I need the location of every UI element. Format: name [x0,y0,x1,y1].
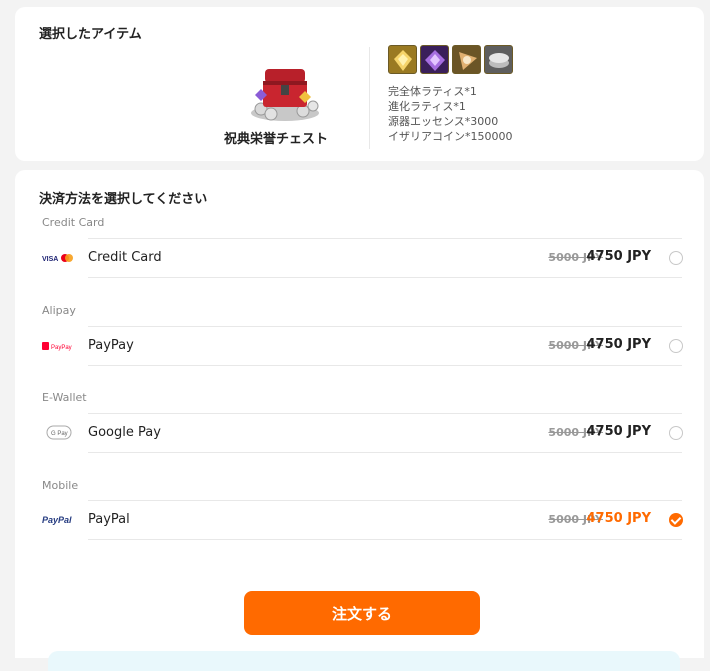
paypal-logo: PayPal [42,512,76,528]
content-line: 進化ラティス*1 [388,100,466,113]
item-name: 祝典栄誉チェスト [223,132,328,147]
paypay-logo-text: PayPay [51,345,72,351]
radio-button-selected[interactable] [669,513,683,527]
paypal-logo-text: PayPal [42,515,72,525]
payment-option-google-pay[interactable]: Google Pay 5000 JPY 4750 JPY [88,413,683,453]
essence-icon [452,45,481,74]
price: 4750 JPY [586,249,652,264]
google-pay-logo: G Pay [42,425,76,441]
selected-item-title: 選択したアイテム [39,27,142,42]
price: 4750 JPY [586,511,652,526]
content-line: 源器エッセンス*3000 [388,115,499,128]
radio-button[interactable] [669,251,683,265]
group-label-alipay: Alipay [42,304,76,317]
info-banner [48,651,680,671]
gold-lattice-icon [388,45,417,74]
payment-title: 決済方法を選択してください [39,192,208,207]
method-name: PayPal [88,512,130,527]
coin-icon [484,45,513,74]
group-label-mobile: Mobile [42,479,79,492]
method-name: PayPay [88,338,134,353]
divider [369,47,370,149]
price: 4750 JPY [586,337,652,352]
payment-card: 決済方法を選択してください Credit Card VISA Credit Ca… [15,170,704,671]
payment-option-paypal[interactable]: PayPal 5000 JPY 4750 JPY [88,500,683,540]
method-name: Credit Card [88,250,162,265]
svg-text:VISA: VISA [42,256,58,263]
payment-option-credit-card[interactable]: Credit Card 5000 JPY 4750 JPY [88,238,683,278]
selected-item-card: 選択したアイテム 祝典栄誉チェスト 完全体ラティス*1 進化ラティス*1 源器エ… [15,7,704,161]
group-label-credit-card: Credit Card [42,216,105,229]
reward-icons [388,45,513,74]
radio-button[interactable] [669,339,683,353]
payment-option-paypay[interactable]: PayPay 5000 JPY 4750 JPY [88,326,683,366]
order-button[interactable]: 注文する [244,591,480,635]
item-contents: 完全体ラティス*1 進化ラティス*1 源器エッセンス*3000 イザリアコイン*… [388,84,513,144]
content-line: 完全体ラティス*1 [388,85,477,98]
chest-image [241,61,325,123]
group-label-e-wallet: E-Wallet [42,391,87,404]
purple-crystal-icon [420,45,449,74]
content-line: イザリアコイン*150000 [388,130,513,143]
method-name: Google Pay [88,425,161,440]
radio-button[interactable] [669,426,683,440]
price: 4750 JPY [586,424,652,439]
google-pay-logo-text: G Pay [51,431,68,437]
visa-mastercard-logo: VISA [42,250,76,266]
paypay-logo: PayPay [42,338,76,354]
